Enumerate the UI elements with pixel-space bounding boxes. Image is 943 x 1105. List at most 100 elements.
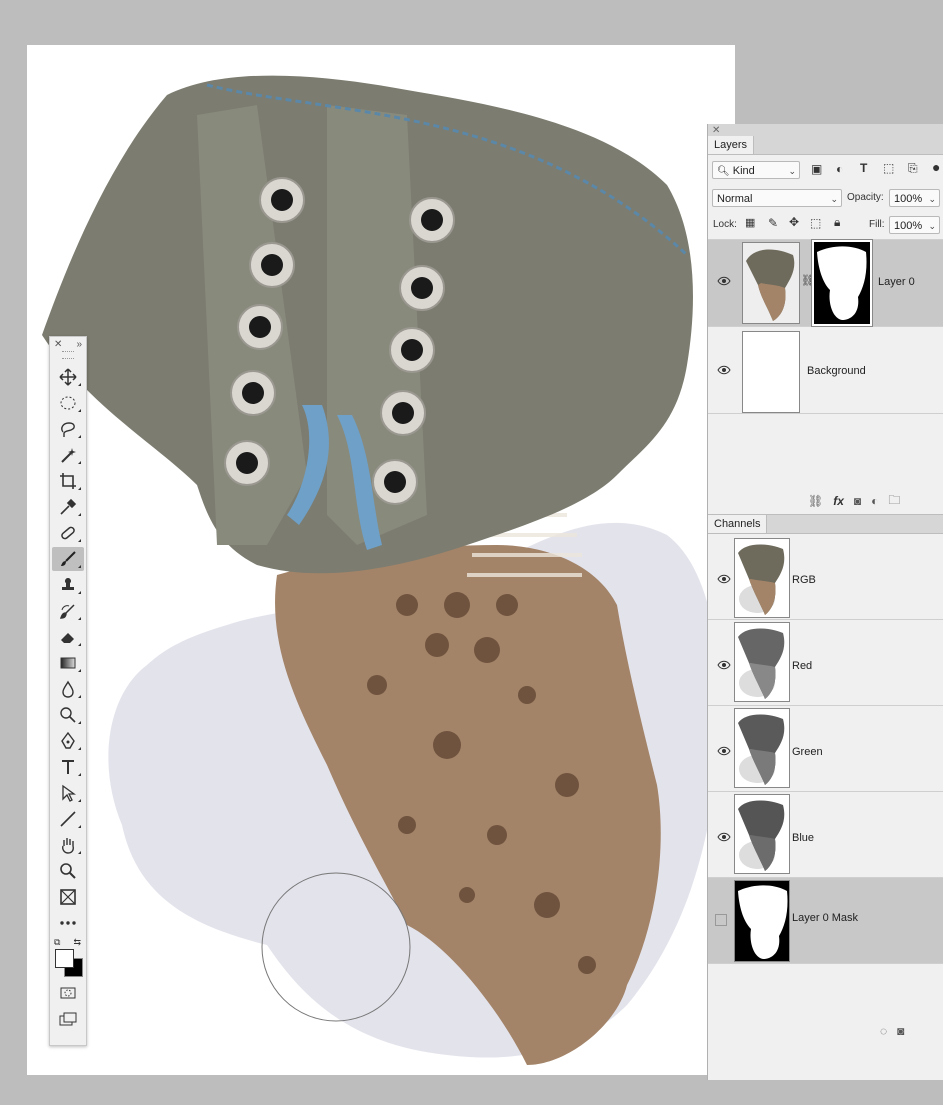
eye-icon[interactable]: [717, 574, 731, 584]
save-selection-icon[interactable]: ◙: [897, 1024, 904, 1038]
filter-smart-object-icon[interactable]: ⎘: [908, 161, 918, 176]
default-colors-icon[interactable]: ⧉: [54, 937, 60, 948]
blend-mode-select[interactable]: Normal ⌄: [712, 189, 842, 207]
filter-adjustment-icon[interactable]: ◐: [836, 162, 843, 176]
opacity-field[interactable]: 100% ⌄: [889, 189, 940, 207]
eraser-tool[interactable]: [52, 625, 84, 649]
brush-tool[interactable]: [52, 547, 84, 571]
filter-toggle-icon[interactable]: ●: [932, 159, 940, 175]
fill-value: 100%: [894, 220, 923, 232]
lasso-tool[interactable]: [52, 417, 84, 441]
eye-icon[interactable]: [717, 365, 731, 375]
zoom-tool[interactable]: [52, 859, 84, 883]
opacity-label: Opacity:: [847, 192, 884, 203]
channel-row-layer-0-mask[interactable]: Layer 0 Mask: [708, 878, 943, 964]
blend-row: Normal ⌄ Opacity: 100% ⌄: [708, 185, 943, 211]
red-thumbnail[interactable]: [734, 622, 790, 702]
ellipsis-icon: [60, 921, 76, 925]
crop-icon: [60, 473, 76, 489]
channel-name: RGB: [792, 574, 816, 586]
channel-row-green[interactable]: Green: [708, 706, 943, 792]
history-brush-icon: [59, 604, 75, 619]
lock-position-icon[interactable]: ✥: [789, 215, 799, 229]
channel-row-blue[interactable]: Blue: [708, 792, 943, 878]
type-tool[interactable]: [52, 755, 84, 779]
panel-grip[interactable]: [62, 351, 74, 359]
layer-row-layer-0[interactable]: ⛓︎ Layer 0: [708, 239, 943, 327]
screen-mode-button[interactable]: [52, 1007, 84, 1031]
eye-icon[interactable]: [717, 660, 731, 670]
green-thumbnail[interactable]: [734, 708, 790, 788]
close-icon[interactable]: ✕: [712, 125, 720, 136]
eye-icon[interactable]: [717, 276, 731, 286]
background-thumbnail[interactable]: [742, 331, 800, 413]
search-icon: 🔍︎: [717, 166, 730, 177]
fx-icon[interactable]: fx: [833, 494, 844, 508]
quick-mask-icon: [60, 987, 76, 999]
layer-0-thumbnail[interactable]: [742, 242, 800, 324]
clone-stamp-tool[interactable]: [52, 573, 84, 597]
move-tool[interactable]: [52, 365, 84, 389]
magic-wand-tool[interactable]: [52, 443, 84, 467]
tab-layers[interactable]: Layers: [708, 136, 755, 154]
close-icon[interactable]: ✕: [54, 339, 62, 350]
mask-channel-thumbnail[interactable]: [734, 880, 790, 962]
layer-row-background[interactable]: Background: [708, 327, 943, 414]
filter-type-icon[interactable]: T: [860, 161, 867, 175]
line-tool[interactable]: [52, 807, 84, 831]
path-selection-tool[interactable]: [52, 781, 84, 805]
channel-row-red[interactable]: Red: [708, 620, 943, 706]
more-tools[interactable]: [52, 911, 84, 935]
healing-brush-tool[interactable]: [52, 521, 84, 545]
lock-transparency-icon[interactable]: ▦: [745, 216, 755, 229]
filter-kind-select[interactable]: 🔍︎ Kind ⌄: [712, 161, 800, 179]
blur-tool[interactable]: [52, 677, 84, 701]
lock-artboard-icon[interactable]: ⬚: [810, 216, 821, 230]
crop-tool[interactable]: [52, 469, 84, 493]
blue-thumbnail[interactable]: [734, 794, 790, 874]
history-brush-tool[interactable]: [52, 599, 84, 623]
swap-colors-icon[interactable]: ⇆: [73, 937, 81, 948]
eye-icon[interactable]: [717, 832, 731, 842]
expand-icon[interactable]: »: [76, 339, 82, 350]
gradient-tool[interactable]: [52, 651, 84, 675]
filter-shape-icon[interactable]: ⬚: [883, 161, 894, 175]
tab-channels[interactable]: Channels: [708, 515, 768, 533]
quick-mask-button[interactable]: [52, 981, 84, 1005]
rgb-thumbnail[interactable]: [734, 538, 790, 618]
channel-row-rgb[interactable]: RGB: [708, 534, 943, 620]
arrow-cursor-icon: [62, 784, 76, 802]
eye-icon[interactable]: [717, 746, 731, 756]
pen-icon: [61, 732, 75, 749]
link-layers-icon[interactable]: ⛓︎: [808, 494, 823, 508]
adjustment-layer-icon[interactable]: ◐: [871, 494, 878, 508]
fill-label: Fill:: [869, 219, 885, 230]
visibility-toggle-off[interactable]: [715, 914, 727, 926]
filter-pixel-icon[interactable]: ▣: [811, 162, 822, 176]
hand-tool[interactable]: [52, 833, 84, 857]
line-icon: [60, 811, 76, 827]
chevron-down-icon: ⌄: [788, 166, 796, 176]
eyedropper-tool[interactable]: [52, 495, 84, 519]
lock-label: Lock:: [713, 219, 737, 230]
foreground-color-swatch[interactable]: [55, 949, 74, 968]
pen-tool[interactable]: [52, 729, 84, 753]
dodge-tool[interactable]: [52, 703, 84, 727]
brush-icon: [61, 551, 76, 566]
marquee-tool[interactable]: [52, 391, 84, 415]
panel-titlebar: ✕: [708, 124, 943, 136]
layer-0-mask-thumbnail[interactable]: [811, 239, 873, 327]
blur-drop-icon: [62, 680, 74, 698]
channel-name: Layer 0 Mask: [792, 912, 859, 924]
fill-field[interactable]: 100% ⌄: [889, 216, 940, 234]
add-mask-icon[interactable]: ◙: [854, 494, 861, 508]
new-group-icon[interactable]: 🗀︎: [888, 491, 900, 512]
channels-footer: ◌ ◙: [880, 1018, 904, 1044]
lock-all-icon[interactable]: 🔒︎: [834, 215, 840, 230]
color-swatches: ⧉ ⇆: [50, 937, 86, 979]
frame-tool[interactable]: [52, 885, 84, 909]
channels-empty-area: ◌ ◙: [708, 964, 943, 1049]
load-selection-icon[interactable]: ◌: [880, 1024, 887, 1038]
document-canvas[interactable]: [27, 45, 735, 1075]
lock-brush-icon[interactable]: ✎: [768, 216, 778, 230]
